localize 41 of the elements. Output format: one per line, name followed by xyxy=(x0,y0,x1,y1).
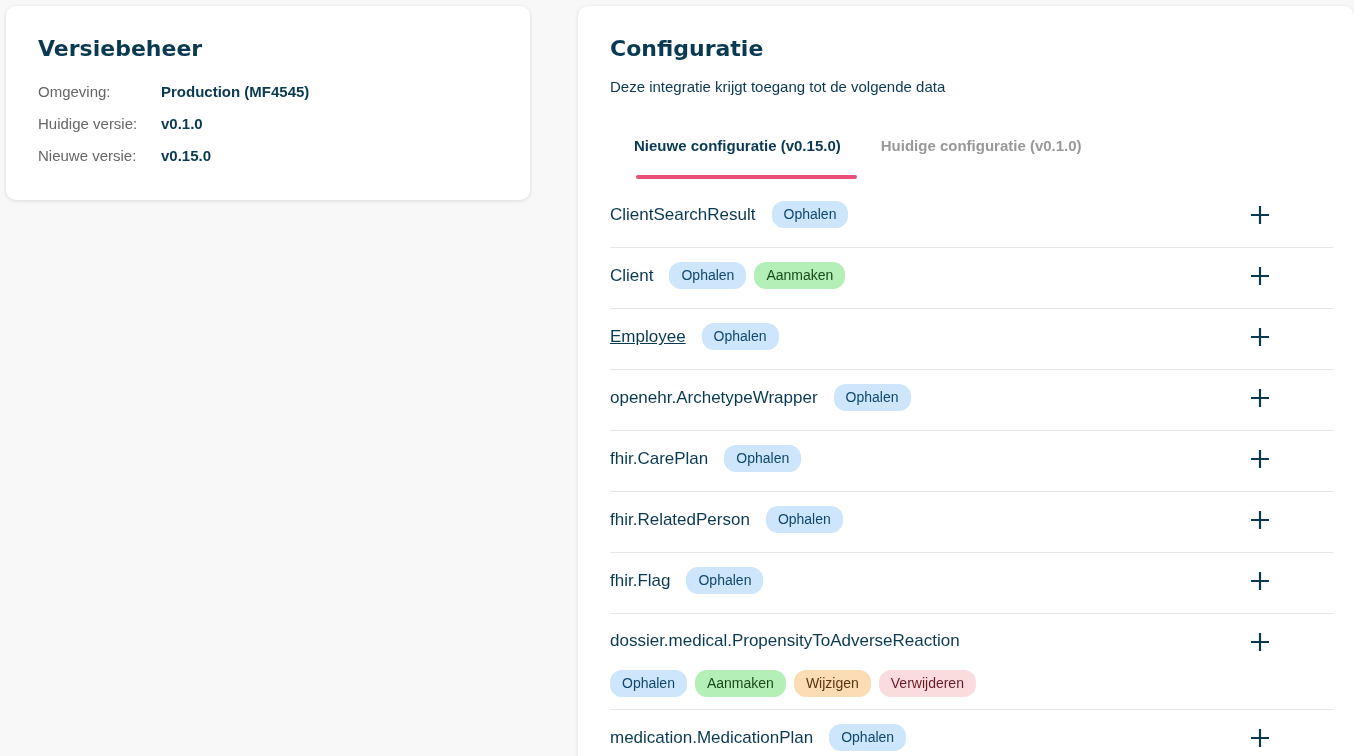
permission-tag: Aanmaken xyxy=(694,669,786,697)
permission-tag: Verwijderen xyxy=(878,669,976,697)
card-title: Versiebeheer xyxy=(38,36,204,63)
plus-icon[interactable] xyxy=(1250,571,1270,592)
plus-icon[interactable] xyxy=(1250,510,1270,531)
permission-tag: Ophalen xyxy=(771,201,849,229)
permission-tag: Ophalen xyxy=(669,262,747,290)
field-value: Production (MF4545) xyxy=(161,82,310,103)
permission-tag: Ophalen xyxy=(833,384,911,412)
item-name[interactable]: fhir.RelatedPerson xyxy=(610,507,750,533)
item-name[interactable]: Employee xyxy=(610,324,686,350)
item-name[interactable]: dossier.medical.PropensityToAdverseReaction xyxy=(610,628,960,654)
field-value: v0.15.0 xyxy=(161,146,212,167)
card-title: Configuratie xyxy=(610,36,765,63)
plus-icon[interactable] xyxy=(1250,266,1270,287)
plus-icon[interactable] xyxy=(1250,632,1270,653)
permission-tag: Ophalen xyxy=(610,669,687,697)
plus-icon[interactable] xyxy=(1250,327,1270,348)
permission-tag: Ophalen xyxy=(829,723,907,751)
permission-tag: Ophalen xyxy=(686,567,764,595)
item-name[interactable]: fhir.CarePlan xyxy=(610,446,709,472)
item-name[interactable]: fhir.Flag xyxy=(610,568,671,594)
plus-icon[interactable] xyxy=(1250,205,1270,226)
permission-tag: Ophalen xyxy=(765,506,843,534)
permission-tag: Wijzigen xyxy=(793,669,871,697)
item-name[interactable]: openehr.ArchetypeWrapper xyxy=(610,385,818,411)
permission-tag: Ophalen xyxy=(724,445,802,473)
permission-tag: Ophalen xyxy=(701,323,779,351)
tab[interactable]: Nieuwe configuratie (v0.15.0) xyxy=(610,120,857,180)
item-name[interactable]: ClientSearchResult xyxy=(610,202,756,228)
permission-tag: Aanmaken xyxy=(754,262,846,290)
plus-icon[interactable] xyxy=(1250,449,1270,470)
field-label: Omgeving: xyxy=(38,82,112,103)
plus-icon[interactable] xyxy=(1250,388,1270,409)
field-label: Nieuwe versie: xyxy=(38,146,138,167)
field-label: Huidige versie: xyxy=(38,114,139,135)
plus-icon[interactable] xyxy=(1250,727,1270,748)
card-subtitle: Deze integratie krijgt toegang tot de volgende data xyxy=(610,77,947,98)
item-name[interactable]: medication.MedicationPlan xyxy=(610,724,814,751)
item-name[interactable]: Client xyxy=(610,263,654,289)
field-value: v0.1.0 xyxy=(161,114,203,135)
